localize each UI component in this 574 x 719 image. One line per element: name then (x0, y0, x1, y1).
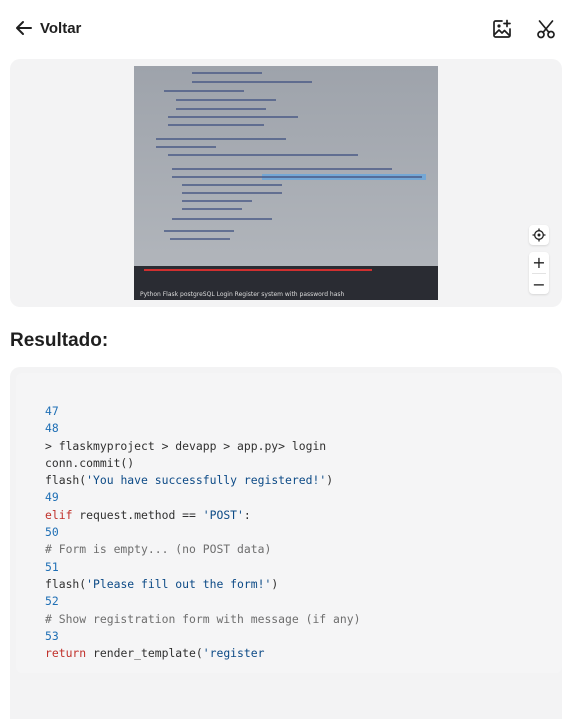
back-button[interactable]: Voltar (14, 18, 81, 38)
code-token: flash( (45, 576, 87, 591)
code-token: 'You have successfully registered!' (86, 473, 327, 488)
code-line: elif request.method == 'POST': (45, 507, 360, 524)
code-token: # Show registration form with message (i… (45, 611, 361, 626)
zoom-in-button[interactable]: + (529, 252, 549, 273)
code-token: > flaskmyproject > devapp > app.py> logi… (45, 438, 327, 453)
arrow-left-icon (16, 21, 32, 35)
add-image-button[interactable] (491, 18, 513, 40)
scissors-icon (537, 20, 555, 39)
zoom-out-button[interactable]: − (529, 274, 549, 295)
code-token: 'POST' (202, 507, 244, 522)
code-line: # Form is empty... (no POST data) (45, 541, 360, 558)
code-token: 49 (45, 490, 59, 505)
code-line: 52 (45, 593, 360, 610)
code-line: conn.commit() (45, 455, 360, 472)
code-token: return (45, 646, 87, 661)
code-token: ) (271, 576, 279, 591)
code-token: 50 (45, 525, 59, 540)
code-line: flash('Please fill out the form!') (45, 576, 360, 593)
photo-caption: Python Flask postgreSQL Login Register s… (140, 291, 345, 298)
uploaded-photo: Python Flask postgreSQL Login Register s… (134, 66, 438, 300)
code-line: 47 (45, 403, 360, 420)
code-token: 48 (45, 421, 59, 436)
code-line: return render_template('register (45, 645, 360, 662)
code-block: 47 48 > flaskmyproject > devapp > app.py> … (16, 373, 562, 673)
photo-screen-area (134, 66, 438, 278)
code-token: 51 (45, 559, 59, 574)
code-line: flash('You have successfully registered!… (45, 472, 360, 489)
code-line: > flaskmyproject > devapp > app.py> logi… (45, 438, 360, 455)
code-line: # Show registration form with message (i… (45, 611, 360, 628)
extracted-code: 47 48 > flaskmyproject > devapp > app.py> … (45, 403, 360, 662)
code-token: request.method == (72, 507, 203, 522)
result-heading: Resultado: (10, 330, 109, 351)
code-token: ) (326, 473, 334, 488)
locate-button[interactable] (529, 225, 549, 245)
code-token: elif (45, 507, 73, 522)
code-line: 48 (45, 420, 360, 437)
result-card: 47 48 > flaskmyproject > devapp > app.py> … (10, 367, 562, 719)
code-line: 50 (45, 524, 360, 541)
code-token: render_template( (86, 646, 203, 661)
crosshair-icon (532, 228, 546, 242)
code-token: : (243, 507, 251, 522)
scissors-button[interactable] (535, 18, 557, 40)
code-token: # Form is empty... (no POST data) (45, 542, 272, 557)
code-token: 'register (202, 646, 265, 661)
image-viewer: Python Flask postgreSQL Login Register s… (10, 59, 562, 307)
zoom-controls: + − (529, 252, 549, 294)
code-token: 53 (45, 628, 59, 643)
code-token: 52 (45, 594, 59, 609)
code-line: 49 (45, 489, 360, 506)
top-bar: Voltar (0, 0, 574, 60)
code-token: conn.commit() (45, 455, 135, 470)
add-image-icon (493, 19, 511, 38)
back-label: Voltar (40, 19, 82, 37)
code-line: 51 (45, 559, 360, 576)
photo-progress-line (144, 269, 372, 271)
code-token: 47 (45, 404, 59, 418)
code-token: 'Please fill out the form!' (86, 576, 272, 591)
code-line: 53 (45, 628, 360, 645)
code-token: flash( (45, 473, 87, 488)
